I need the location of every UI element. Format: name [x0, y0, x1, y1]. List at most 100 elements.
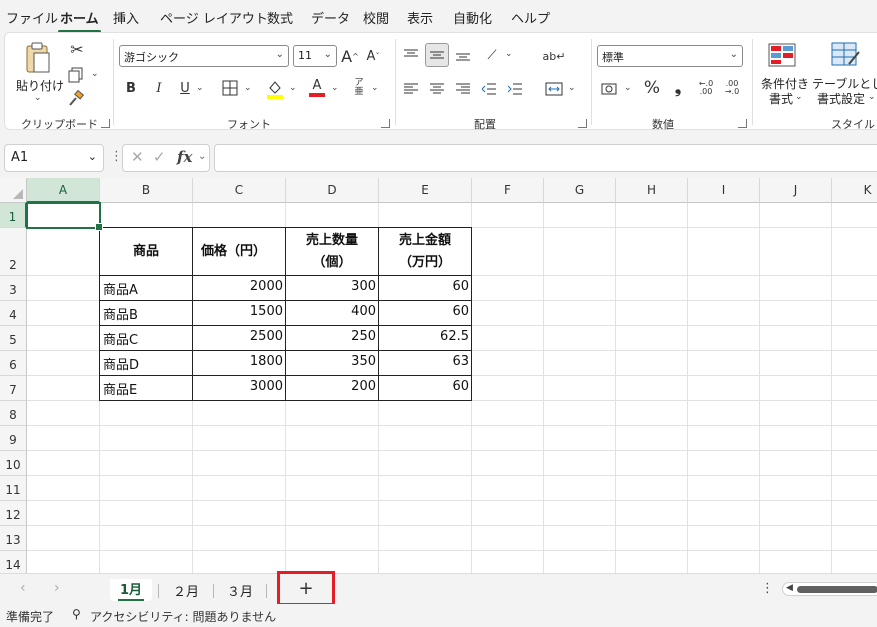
percent-button[interactable]: %	[641, 77, 663, 99]
chevron-down-icon[interactable]: ⌄	[198, 151, 206, 162]
active-cell-a1[interactable]	[26, 202, 103, 231]
scrollbar-thumb[interactable]	[797, 586, 877, 593]
table-header-cell[interactable]: 価格（円）	[192, 227, 286, 276]
table-cell[interactable]: 400	[285, 300, 379, 326]
row-header-10[interactable]: 10	[0, 451, 27, 476]
merge-dropdown-icon[interactable]: ⌄	[568, 83, 576, 93]
row-header-1[interactable]: 1	[0, 203, 27, 228]
decrease-decimal-icon[interactable]: .00 →.0	[721, 77, 743, 99]
column-header-a[interactable]: A	[27, 178, 100, 203]
column-header-e[interactable]: E	[379, 178, 472, 203]
phonetic-dropdown-icon[interactable]: ⌄	[371, 83, 379, 93]
decrease-indent-icon[interactable]	[479, 79, 499, 99]
sheet-tab-feb[interactable]: ２月	[164, 579, 208, 601]
accessibility-icon[interactable]: ⚲	[72, 607, 81, 621]
chevron-right-icon[interactable]: ›	[54, 580, 60, 596]
table-header-cell[interactable]: 売上金額 （万円）	[378, 227, 472, 276]
sheet-tab-mar[interactable]: ３月	[218, 579, 262, 601]
sheet-tab-jan[interactable]: 1月	[110, 579, 152, 601]
row-header-9[interactable]: 9	[0, 426, 27, 451]
enter-icon[interactable]: ✓	[153, 148, 166, 166]
menu-automate[interactable]: 自動化	[453, 8, 492, 27]
table-cell[interactable]: 商品D	[99, 350, 193, 376]
column-header-i[interactable]: I	[688, 178, 760, 203]
table-header-cell[interactable]: 売上数量 （個）	[285, 227, 379, 276]
format-as-table-dropdown-icon[interactable]: ⌄	[868, 92, 876, 102]
format-painter-icon[interactable]	[65, 89, 87, 109]
fill-color-icon[interactable]	[264, 78, 286, 100]
column-header-d[interactable]: D	[286, 178, 379, 203]
align-left-icon[interactable]	[401, 79, 421, 99]
orientation-icon[interactable]: ⟋	[481, 45, 503, 65]
align-center-icon[interactable]	[427, 79, 447, 99]
comma-button[interactable]: ❟	[669, 77, 687, 99]
table-cell[interactable]: 商品E	[99, 375, 193, 401]
row-header-5[interactable]: 5	[0, 326, 27, 351]
row-header-4[interactable]: 4	[0, 301, 27, 326]
spreadsheet-grid[interactable]: A B C D E F G H I J K 1 2 3 4 5 6 7 8 9 …	[0, 178, 877, 573]
chevron-left-icon[interactable]: ‹	[20, 580, 26, 596]
phonetic-icon[interactable]: ア亜	[350, 78, 368, 98]
alignment-launcher-icon[interactable]	[578, 119, 587, 128]
font-color-dropdown-icon[interactable]: ⌄	[331, 83, 339, 93]
chevron-down-icon[interactable]: ⌄	[88, 150, 97, 163]
column-header-g[interactable]: G	[544, 178, 616, 203]
name-box[interactable]: A1 ⌄	[4, 144, 104, 172]
scroll-left-icon[interactable]: ◀	[786, 583, 793, 593]
paste-dropdown-icon[interactable]: ⌄	[34, 93, 42, 103]
align-right-icon[interactable]	[453, 79, 473, 99]
menu-formulas[interactable]: 数式	[267, 8, 293, 27]
bold-button[interactable]: B	[122, 78, 140, 98]
align-bottom-icon[interactable]	[453, 45, 473, 65]
menu-help[interactable]: ヘルプ	[511, 8, 550, 27]
increase-indent-icon[interactable]	[505, 79, 525, 99]
column-header-j[interactable]: J	[760, 178, 832, 203]
row-header-14[interactable]: 14	[0, 551, 27, 573]
table-cell[interactable]: 1500	[192, 300, 286, 326]
row-header-11[interactable]: 11	[0, 476, 27, 501]
table-cell[interactable]: 2000	[192, 275, 286, 301]
row-header-12[interactable]: 12	[0, 501, 27, 526]
align-middle-icon[interactable]	[425, 43, 449, 67]
fill-color-dropdown-icon[interactable]: ⌄	[289, 83, 297, 93]
column-header-h[interactable]: H	[616, 178, 688, 203]
table-cell[interactable]: 商品B	[99, 300, 193, 326]
column-header-b[interactable]: B	[100, 178, 193, 203]
conditional-format-dropdown-icon[interactable]: ⌄	[795, 92, 803, 102]
font-launcher-icon[interactable]	[381, 119, 390, 128]
accessibility-status[interactable]: アクセシビリティ: 問題ありません	[90, 608, 276, 625]
menu-data[interactable]: データ	[311, 8, 350, 27]
cancel-icon[interactable]: ✕	[131, 148, 144, 166]
underline-dropdown-icon[interactable]: ⌄	[196, 83, 204, 93]
font-color-icon[interactable]: A	[307, 77, 327, 99]
number-launcher-icon[interactable]	[738, 119, 747, 128]
column-header-k[interactable]: K	[832, 178, 877, 203]
grow-font-icon[interactable]: A ^	[339, 45, 361, 67]
table-cell[interactable]: 60	[378, 300, 472, 326]
font-size-combo[interactable]: 11 ⌄	[293, 45, 337, 67]
row-header-6[interactable]: 6	[0, 351, 27, 376]
insert-function-button[interactable]: fx	[177, 148, 192, 166]
menu-insert[interactable]: 挿入	[113, 8, 139, 27]
align-top-icon[interactable]	[401, 45, 421, 65]
add-sheet-button[interactable]: +	[277, 571, 335, 606]
row-header-2[interactable]: 2	[0, 228, 27, 276]
increase-decimal-icon[interactable]: ←.0.00	[695, 77, 717, 99]
table-cell[interactable]: 250	[285, 325, 379, 351]
menu-review[interactable]: 校閲	[363, 8, 389, 27]
copy-dropdown-icon[interactable]: ⌄	[91, 69, 99, 79]
row-header-3[interactable]: 3	[0, 276, 27, 301]
font-name-combo[interactable]: 游ゴシック ⌄	[119, 45, 289, 67]
table-cell[interactable]: 60	[378, 375, 472, 401]
row-header-13[interactable]: 13	[0, 526, 27, 551]
italic-button[interactable]: I	[150, 78, 168, 98]
row-header-7[interactable]: 7	[0, 376, 27, 401]
more-options-icon[interactable]: ⋮	[761, 581, 774, 596]
select-all-button[interactable]	[0, 178, 27, 203]
table-cell[interactable]: 60	[378, 275, 472, 301]
accounting-dropdown-icon[interactable]: ⌄	[624, 83, 632, 93]
menu-page-layout[interactable]: ページ レイアウト	[160, 8, 268, 27]
orientation-dropdown-icon[interactable]: ⌄	[505, 49, 513, 59]
conditional-format-icon[interactable]	[767, 41, 797, 69]
copy-icon[interactable]	[65, 65, 87, 85]
